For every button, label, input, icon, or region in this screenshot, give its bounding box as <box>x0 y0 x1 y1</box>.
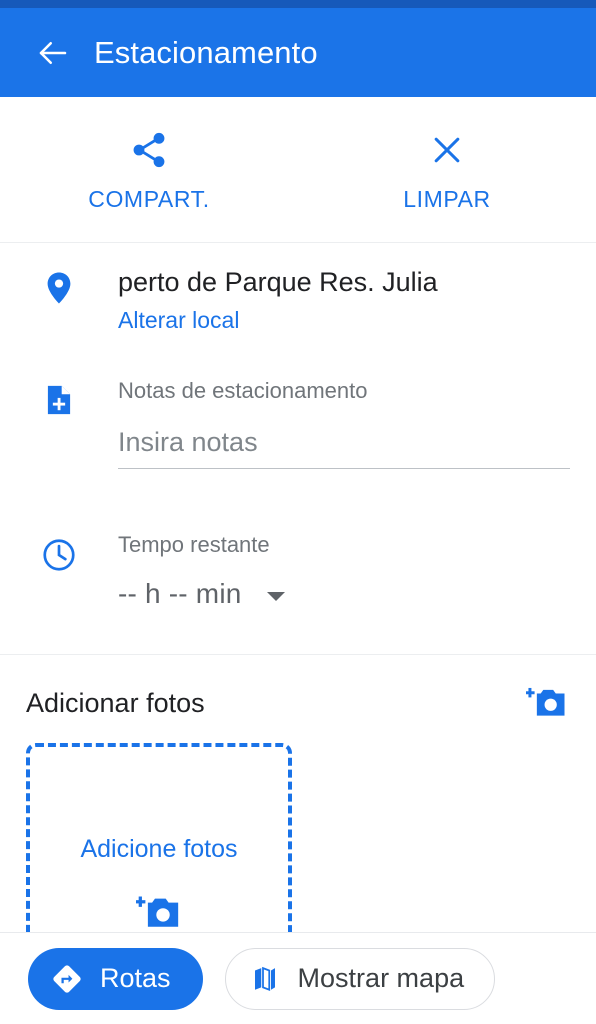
photo-dropzone-label: Adicione fotos <box>80 835 238 863</box>
map-pin-icon <box>0 265 118 336</box>
notes-input[interactable] <box>118 427 570 469</box>
parking-details-screen: Estacionamento COMPART. LIMPAR perto de … <box>0 0 596 1024</box>
directions-icon <box>50 962 84 996</box>
details-section: perto de Parque Res. Julia Alterar local… <box>0 243 596 655</box>
notes-row: Notas de estacionamento <box>0 378 596 469</box>
clear-button[interactable]: LIMPAR <box>298 97 596 242</box>
clock-icon <box>0 532 118 610</box>
arrow-back-icon <box>35 35 71 71</box>
time-remaining-value: -- h -- min <box>118 578 242 609</box>
clear-button-label: LIMPAR <box>403 186 491 212</box>
show-map-button-label: Mostrar mapa <box>297 963 465 993</box>
time-remaining-dropdown[interactable]: -- h -- min <box>118 578 568 610</box>
status-bar <box>0 0 596 8</box>
chevron-down-icon <box>266 591 285 601</box>
photos-section: Adicionar fotos Adicione fotos <box>0 656 596 932</box>
directions-button-label: Rotas <box>100 963 171 993</box>
add-a-photo-icon[interactable] <box>526 682 568 724</box>
show-map-button[interactable]: Mostrar mapa <box>224 947 496 1010</box>
map-icon <box>250 964 280 994</box>
page-title: Estacionamento <box>94 34 318 70</box>
share-icon <box>129 130 169 170</box>
app-bar: Estacionamento <box>0 8 596 97</box>
add-a-photo-icon[interactable] <box>136 890 182 932</box>
location-row: perto de Parque Res. Julia Alterar local <box>0 265 596 336</box>
change-location-link[interactable]: Alterar local <box>118 305 239 336</box>
bottom-bar: Rotas Mostrar mapa <box>0 932 596 1024</box>
photos-title: Adicionar fotos <box>26 687 205 718</box>
time-remaining-label: Tempo restante <box>118 532 270 557</box>
note-add-icon <box>0 378 118 469</box>
close-icon <box>427 130 467 170</box>
back-button[interactable] <box>22 22 84 84</box>
notes-label: Notas de estacionamento <box>118 378 368 403</box>
photo-dropzone[interactable]: Adicione fotos <box>26 743 292 932</box>
directions-button[interactable]: Rotas <box>28 947 203 1010</box>
location-title: perto de Parque Res. Julia <box>118 267 438 297</box>
photos-header: Adicionar fotos <box>0 656 596 724</box>
share-button[interactable]: COMPART. <box>0 97 298 242</box>
share-button-label: COMPART. <box>88 186 210 212</box>
time-remaining-row: Tempo restante -- h -- min <box>0 532 596 610</box>
action-row: COMPART. LIMPAR <box>0 97 596 243</box>
